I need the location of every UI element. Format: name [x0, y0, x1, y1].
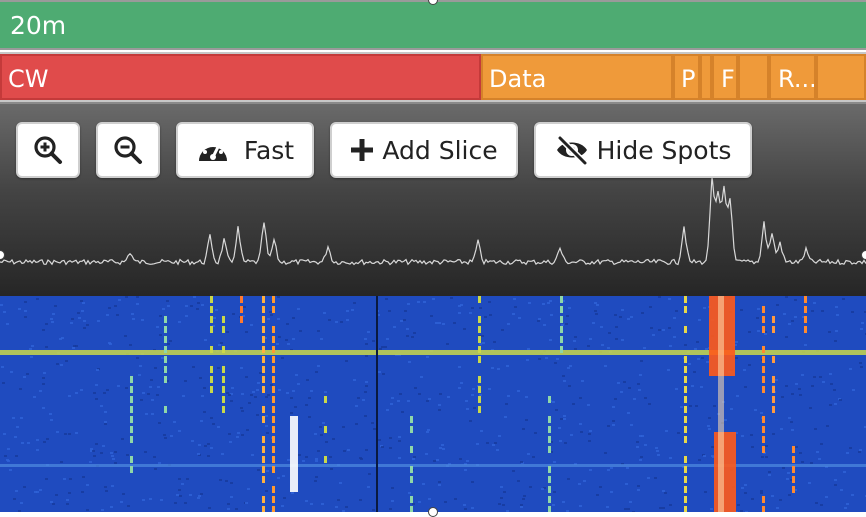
zoom-in-icon: [34, 136, 62, 164]
mode-segment-narrow[interactable]: [700, 54, 712, 100]
add-slice-label: Add Slice: [382, 135, 498, 165]
mode-segment-label: CW: [8, 65, 49, 93]
band-bar[interactable]: 20m: [0, 0, 866, 50]
mode-segment-data[interactable]: Data: [481, 54, 673, 100]
mode-segment-tail[interactable]: [816, 54, 866, 100]
spectrum-panel[interactable]: Fast Add Slice Hide Spots: [0, 102, 866, 296]
waterfall-graphic: [0, 296, 866, 512]
zoom-in-button[interactable]: [16, 122, 80, 178]
mode-segment-cw[interactable]: CW: [0, 54, 481, 100]
bottom-resize-handle[interactable]: [428, 507, 438, 517]
mode-segment-r[interactable]: R...: [769, 54, 816, 100]
mode-segment-label: F: [721, 65, 735, 93]
zoom-out-button[interactable]: [96, 122, 160, 178]
mode-segment-f[interactable]: F: [712, 54, 738, 100]
zoom-out-icon: [114, 136, 142, 164]
band-label: 20m: [10, 11, 67, 40]
mode-segment-p[interactable]: P: [673, 54, 700, 100]
plus-icon: [351, 139, 374, 161]
waterfall-display[interactable]: [0, 296, 866, 512]
mode-segment-label: P: [681, 65, 696, 93]
mode-segment-label: Data: [489, 65, 547, 93]
eye-slash-icon: [556, 135, 587, 165]
speed-label: Fast: [243, 135, 295, 165]
add-slice-button[interactable]: Add Slice: [330, 122, 518, 178]
right-resize-handle[interactable]: [861, 250, 866, 260]
mode-segment-label: R...: [778, 65, 816, 93]
hide-spots-label: Hide Spots: [596, 135, 732, 165]
mode-segment-bar: CW Data P F R...: [0, 52, 866, 102]
gauge-icon: [198, 140, 227, 161]
speed-button[interactable]: Fast: [176, 122, 314, 178]
mode-segment-blank[interactable]: [738, 54, 769, 100]
hide-spots-button[interactable]: Hide Spots: [534, 122, 752, 178]
